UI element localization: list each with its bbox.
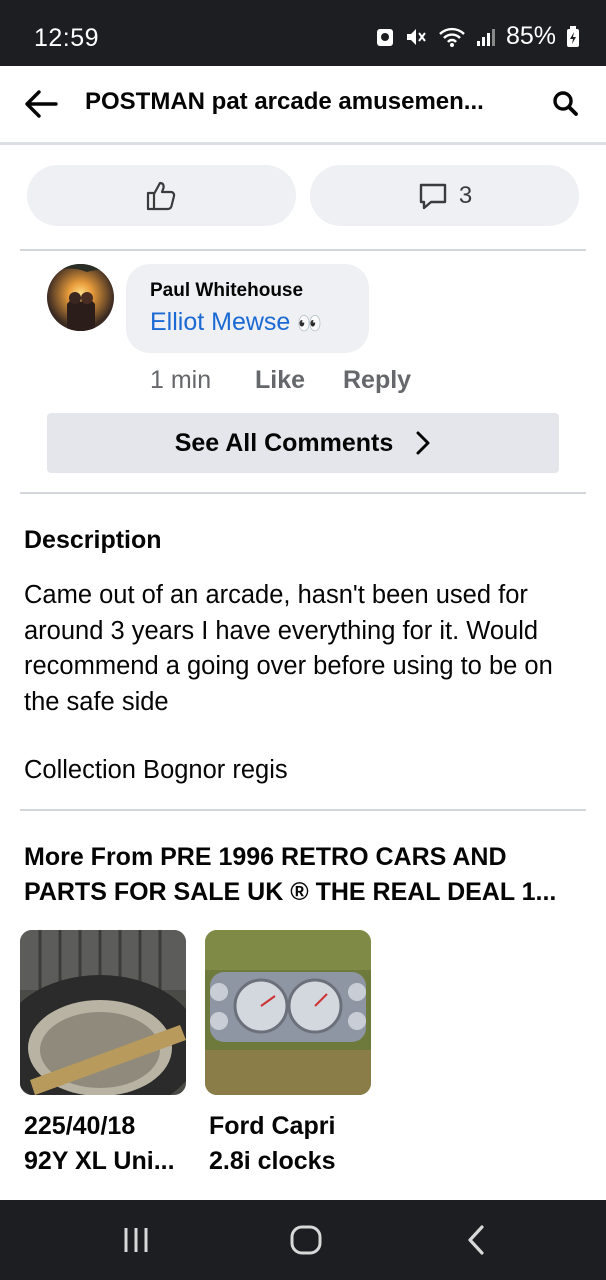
chevron-right-icon — [416, 431, 430, 455]
description-body: Came out of an arcade, hasn't been used … — [24, 581, 553, 716]
description-heading: Description — [24, 526, 162, 554]
listing-title-line2: 92Y XL Uni... — [24, 1147, 175, 1175]
battery-level: 85% — [505, 22, 556, 50]
divider — [20, 249, 586, 251]
description-collection: Collection Bognor regis — [24, 756, 288, 784]
status-time: 12:59 — [34, 24, 100, 52]
comment-button[interactable]: 3 — [310, 165, 579, 226]
battery-icon — [567, 25, 579, 47]
listing-title: Ford Capri 2.8i clocks — [209, 1109, 371, 1179]
comment-time: 1 min — [150, 366, 212, 394]
status-icons: 85% — [376, 22, 580, 51]
comment-author[interactable]: Paul Whitehouse — [150, 280, 303, 302]
header-divider — [0, 142, 606, 145]
page-title: POSTMAN pat arcade amusemen... — [85, 88, 484, 115]
mute-icon — [406, 28, 426, 45]
see-all-comments-button[interactable]: See All Comments — [47, 413, 559, 473]
divider — [20, 492, 586, 494]
thumbs-up-icon — [146, 181, 175, 210]
comment-bubble: Paul Whitehouse Elliot Mewse 👀 — [126, 264, 369, 353]
signal-icon — [476, 28, 495, 46]
listing-title-line1: Ford Capri — [209, 1112, 336, 1140]
listing-card[interactable]: 225/40/18 92Y XL Uni... — [20, 930, 186, 1179]
comment-like-button[interactable]: Like — [255, 366, 305, 395]
comment-text: Elliot Mewse 👀 — [150, 308, 322, 337]
notification-icon — [376, 28, 393, 46]
like-button[interactable] — [27, 165, 296, 226]
more-from-heading[interactable]: More From PRE 1996 RETRO CARS AND PARTS … — [24, 840, 584, 910]
search-icon[interactable] — [552, 90, 580, 118]
listing-card[interactable]: Ford Capri 2.8i clocks — [205, 930, 371, 1179]
back-icon[interactable] — [458, 1222, 494, 1258]
listing-title-line1: 225/40/18 — [24, 1112, 136, 1140]
divider — [20, 809, 586, 811]
avatar[interactable] — [47, 264, 114, 331]
comment-mention[interactable]: Elliot Mewse — [150, 308, 290, 336]
see-all-label: See All Comments — [174, 428, 394, 457]
system-nav-bar — [0, 1200, 606, 1280]
listing-image — [205, 930, 371, 1095]
arrow-left-icon[interactable] — [22, 86, 62, 122]
wifi-icon — [439, 27, 465, 47]
status-bar: 12:59 85% — [0, 0, 606, 66]
more-from-heading-line1: More From PRE 1996 RETRO CARS AND — [24, 843, 507, 871]
listing-title-line2: 2.8i clocks — [209, 1147, 336, 1175]
recents-icon[interactable] — [118, 1222, 154, 1258]
comment-emoji: 👀 — [297, 313, 323, 335]
listing-title: 225/40/18 92Y XL Uni... — [24, 1109, 186, 1179]
app-header: POSTMAN pat arcade amusemen... — [0, 66, 606, 142]
listing-image — [20, 930, 186, 1095]
home-icon[interactable] — [288, 1222, 324, 1258]
comment-reply-button[interactable]: Reply — [343, 366, 411, 395]
more-from-heading-line2: PARTS FOR SALE UK ® THE REAL DEAL 1... — [24, 878, 557, 906]
comment-count: 3 — [458, 181, 473, 209]
comment-icon — [419, 183, 447, 209]
